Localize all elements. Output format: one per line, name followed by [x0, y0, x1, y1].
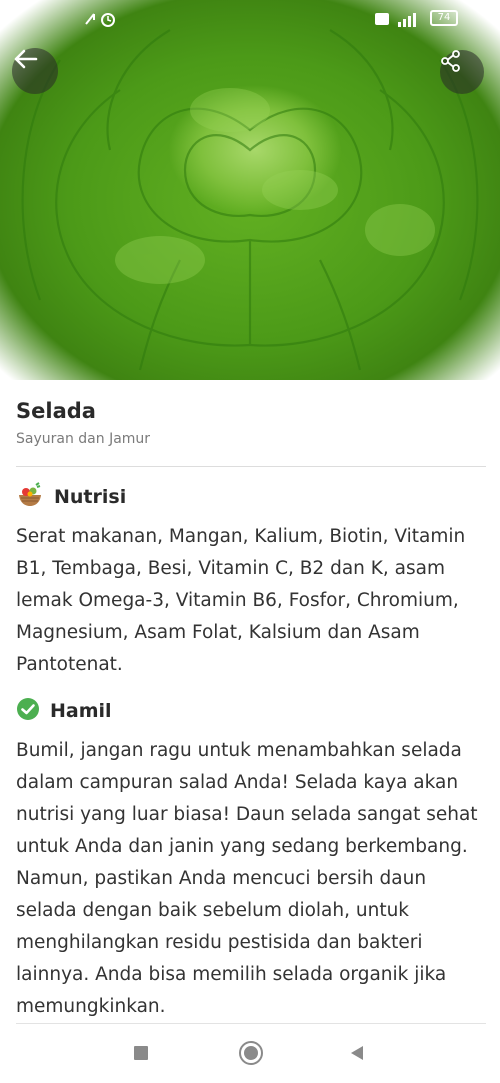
nutrisi-heading: Nutrisi [16, 482, 126, 512]
back-button[interactable] [12, 48, 58, 94]
content-bottom-divider [16, 1023, 486, 1024]
check-circle-icon [16, 697, 40, 725]
home-circle-icon [238, 1040, 264, 1070]
item-category: Sayuran dan Jamur [16, 431, 151, 447]
square-icon [133, 1045, 149, 1065]
battery-icon: 74 [430, 10, 458, 26]
food-basket-icon [16, 482, 44, 512]
recents-button[interactable] [128, 1042, 154, 1068]
lettuce-hero-image: 74 [0, 0, 500, 380]
header-divider [16, 466, 486, 467]
system-navigation-bar [0, 1026, 500, 1083]
triangle-back-icon [348, 1044, 366, 1066]
hamil-text: Bumil, jangan ragu untuk menambahkan sel… [16, 740, 478, 1017]
nav-back-button[interactable] [344, 1042, 370, 1068]
hamil-heading: Hamil [16, 696, 112, 726]
share-button[interactable] [440, 50, 484, 94]
item-title: Selada [16, 399, 96, 423]
nutrisi-text: Serat makanan, Mangan, Kalium, Biotin, V… [16, 526, 466, 675]
status-bar: 74 [0, 0, 500, 40]
battery-level: 74 [430, 10, 458, 26]
nutrisi-heading-label: Nutrisi [54, 486, 127, 508]
lettuce-illustration [21, 29, 479, 371]
item-header: Selada Sayuran dan Jamur [16, 394, 486, 450]
home-button[interactable] [238, 1040, 264, 1070]
hamil-heading-label: Hamil [50, 700, 112, 722]
